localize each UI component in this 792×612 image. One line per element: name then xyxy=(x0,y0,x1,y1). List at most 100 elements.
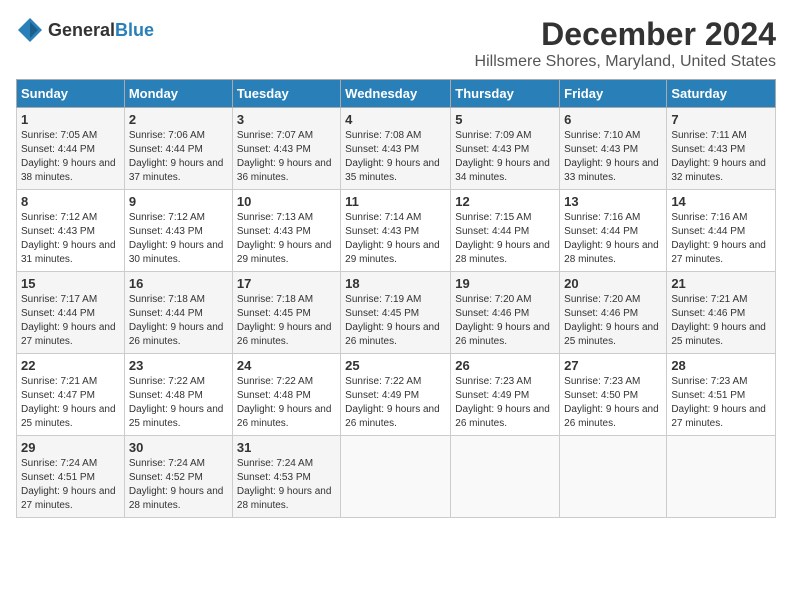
header: GeneralBlue December 2024 Hillsmere Shor… xyxy=(16,16,776,71)
calendar-table: SundayMondayTuesdayWednesdayThursdayFrid… xyxy=(16,79,776,518)
day-number: 28 xyxy=(671,358,771,373)
day-number: 14 xyxy=(671,194,771,209)
cell-content: Sunrise: 7:21 AMSunset: 4:47 PMDaylight:… xyxy=(21,376,116,429)
week-row-1: 1Sunrise: 7:05 AMSunset: 4:44 PMDaylight… xyxy=(17,108,776,190)
calendar-cell: 1Sunrise: 7:05 AMSunset: 4:44 PMDaylight… xyxy=(17,108,125,190)
cell-content: Sunrise: 7:08 AMSunset: 4:43 PMDaylight:… xyxy=(345,130,440,183)
day-number: 29 xyxy=(21,440,120,455)
cell-content: Sunrise: 7:05 AMSunset: 4:44 PMDaylight:… xyxy=(21,130,116,183)
cell-content: Sunrise: 7:06 AMSunset: 4:44 PMDaylight:… xyxy=(129,130,224,183)
cell-content: Sunrise: 7:23 AMSunset: 4:50 PMDaylight:… xyxy=(564,376,659,429)
calendar-cell: 5 Sunrise: 7:09 AMSunset: 4:43 PMDaylight… xyxy=(451,108,560,190)
calendar-cell: 6 Sunrise: 7:10 AMSunset: 4:43 PMDaylight… xyxy=(560,108,667,190)
day-number: 4 xyxy=(345,112,446,127)
calendar-cell xyxy=(341,436,451,518)
header-cell-tuesday: Tuesday xyxy=(232,80,340,108)
calendar-cell: 29 Sunrise: 7:24 AMSunset: 4:51 PMDayligh… xyxy=(17,436,125,518)
cell-content: Sunrise: 7:13 AMSunset: 4:43 PMDaylight:… xyxy=(237,212,332,265)
cell-content: Sunrise: 7:22 AMSunset: 4:48 PMDaylight:… xyxy=(237,376,332,429)
header-cell-saturday: Saturday xyxy=(667,80,776,108)
calendar-cell: 31 Sunrise: 7:24 AMSunset: 4:53 PMDayligh… xyxy=(232,436,340,518)
cell-content: Sunrise: 7:24 AMSunset: 4:51 PMDaylight:… xyxy=(21,458,116,511)
calendar-cell: 11 Sunrise: 7:14 AMSunset: 4:43 PMDayligh… xyxy=(341,190,451,272)
cell-content: Sunrise: 7:22 AMSunset: 4:48 PMDaylight:… xyxy=(129,376,224,429)
cell-content: Sunrise: 7:18 AMSunset: 4:45 PMDaylight:… xyxy=(237,294,332,347)
header-cell-monday: Monday xyxy=(124,80,232,108)
calendar-cell: 18 Sunrise: 7:19 AMSunset: 4:45 PMDayligh… xyxy=(341,272,451,354)
calendar-cell: 24 Sunrise: 7:22 AMSunset: 4:48 PMDayligh… xyxy=(232,354,340,436)
calendar-cell: 21 Sunrise: 7:21 AMSunset: 4:46 PMDayligh… xyxy=(667,272,776,354)
cell-content: Sunrise: 7:18 AMSunset: 4:44 PMDaylight:… xyxy=(129,294,224,347)
header-cell-thursday: Thursday xyxy=(451,80,560,108)
week-row-4: 22Sunrise: 7:21 AMSunset: 4:47 PMDayligh… xyxy=(17,354,776,436)
day-number: 19 xyxy=(455,276,555,291)
day-number: 24 xyxy=(237,358,336,373)
logo: GeneralBlue xyxy=(16,16,154,44)
calendar-cell: 2Sunrise: 7:06 AMSunset: 4:44 PMDaylight… xyxy=(124,108,232,190)
cell-content: Sunrise: 7:15 AMSunset: 4:44 PMDaylight:… xyxy=(455,212,550,265)
day-number: 30 xyxy=(129,440,228,455)
day-number: 31 xyxy=(237,440,336,455)
week-row-3: 15Sunrise: 7:17 AMSunset: 4:44 PMDayligh… xyxy=(17,272,776,354)
calendar-cell: 10 Sunrise: 7:13 AMSunset: 4:43 PMDayligh… xyxy=(232,190,340,272)
calendar-cell: 3 Sunrise: 7:07 AMSunset: 4:43 PMDaylight… xyxy=(232,108,340,190)
cell-content: Sunrise: 7:10 AMSunset: 4:43 PMDaylight:… xyxy=(564,130,659,183)
cell-content: Sunrise: 7:21 AMSunset: 4:46 PMDaylight:… xyxy=(671,294,766,347)
week-row-5: 29 Sunrise: 7:24 AMSunset: 4:51 PMDayligh… xyxy=(17,436,776,518)
cell-content: Sunrise: 7:19 AMSunset: 4:45 PMDaylight:… xyxy=(345,294,440,347)
cell-content: Sunrise: 7:12 AMSunset: 4:43 PMDaylight:… xyxy=(129,212,224,265)
calendar-cell xyxy=(560,436,667,518)
cell-content: Sunrise: 7:24 AMSunset: 4:52 PMDaylight:… xyxy=(129,458,224,511)
calendar-cell: 16 Sunrise: 7:18 AMSunset: 4:44 PMDayligh… xyxy=(124,272,232,354)
main-title: December 2024 xyxy=(475,16,776,53)
calendar-cell xyxy=(451,436,560,518)
day-number: 21 xyxy=(671,276,771,291)
day-number: 16 xyxy=(129,276,228,291)
day-number: 3 xyxy=(237,112,336,127)
cell-content: Sunrise: 7:23 AMSunset: 4:51 PMDaylight:… xyxy=(671,376,766,429)
calendar-cell: 25 Sunrise: 7:22 AMSunset: 4:49 PMDayligh… xyxy=(341,354,451,436)
header-cell-friday: Friday xyxy=(560,80,667,108)
header-cell-sunday: Sunday xyxy=(17,80,125,108)
calendar-cell: 9 Sunrise: 7:12 AMSunset: 4:43 PMDaylight… xyxy=(124,190,232,272)
day-number: 20 xyxy=(564,276,662,291)
calendar-cell: 8 Sunrise: 7:12 AMSunset: 4:43 PMDaylight… xyxy=(17,190,125,272)
cell-content: Sunrise: 7:24 AMSunset: 4:53 PMDaylight:… xyxy=(237,458,332,511)
day-number: 18 xyxy=(345,276,446,291)
calendar-cell: 26Sunrise: 7:23 AMSunset: 4:49 PMDayligh… xyxy=(451,354,560,436)
cell-content: Sunrise: 7:16 AMSunset: 4:44 PMDaylight:… xyxy=(671,212,766,265)
calendar-cell: 12 Sunrise: 7:15 AMSunset: 4:44 PMDayligh… xyxy=(451,190,560,272)
calendar-cell: 22Sunrise: 7:21 AMSunset: 4:47 PMDayligh… xyxy=(17,354,125,436)
day-number: 26 xyxy=(455,358,555,373)
day-number: 8 xyxy=(21,194,120,209)
day-number: 9 xyxy=(129,194,228,209)
cell-content: Sunrise: 7:09 AMSunset: 4:43 PMDaylight:… xyxy=(455,130,550,183)
cell-content: Sunrise: 7:20 AMSunset: 4:46 PMDaylight:… xyxy=(455,294,550,347)
calendar-cell: 28 Sunrise: 7:23 AMSunset: 4:51 PMDayligh… xyxy=(667,354,776,436)
cell-content: Sunrise: 7:20 AMSunset: 4:46 PMDaylight:… xyxy=(564,294,659,347)
logo-text: GeneralBlue xyxy=(48,20,154,41)
cell-content: Sunrise: 7:12 AMSunset: 4:43 PMDaylight:… xyxy=(21,212,116,265)
calendar-cell: 17 Sunrise: 7:18 AMSunset: 4:45 PMDayligh… xyxy=(232,272,340,354)
day-number: 23 xyxy=(129,358,228,373)
calendar-cell: 19 Sunrise: 7:20 AMSunset: 4:46 PMDayligh… xyxy=(451,272,560,354)
header-row: SundayMondayTuesdayWednesdayThursdayFrid… xyxy=(17,80,776,108)
week-row-2: 8 Sunrise: 7:12 AMSunset: 4:43 PMDaylight… xyxy=(17,190,776,272)
calendar-cell: 15Sunrise: 7:17 AMSunset: 4:44 PMDayligh… xyxy=(17,272,125,354)
calendar-cell: 13 Sunrise: 7:16 AMSunset: 4:44 PMDayligh… xyxy=(560,190,667,272)
day-number: 10 xyxy=(237,194,336,209)
day-number: 13 xyxy=(564,194,662,209)
calendar-cell: 23 Sunrise: 7:22 AMSunset: 4:48 PMDayligh… xyxy=(124,354,232,436)
cell-content: Sunrise: 7:16 AMSunset: 4:44 PMDaylight:… xyxy=(564,212,659,265)
day-number: 7 xyxy=(671,112,771,127)
day-number: 5 xyxy=(455,112,555,127)
day-number: 12 xyxy=(455,194,555,209)
cell-content: Sunrise: 7:14 AMSunset: 4:43 PMDaylight:… xyxy=(345,212,440,265)
day-number: 27 xyxy=(564,358,662,373)
day-number: 6 xyxy=(564,112,662,127)
cell-content: Sunrise: 7:22 AMSunset: 4:49 PMDaylight:… xyxy=(345,376,440,429)
day-number: 11 xyxy=(345,194,446,209)
cell-content: Sunrise: 7:07 AMSunset: 4:43 PMDaylight:… xyxy=(237,130,332,183)
day-number: 17 xyxy=(237,276,336,291)
day-number: 25 xyxy=(345,358,446,373)
